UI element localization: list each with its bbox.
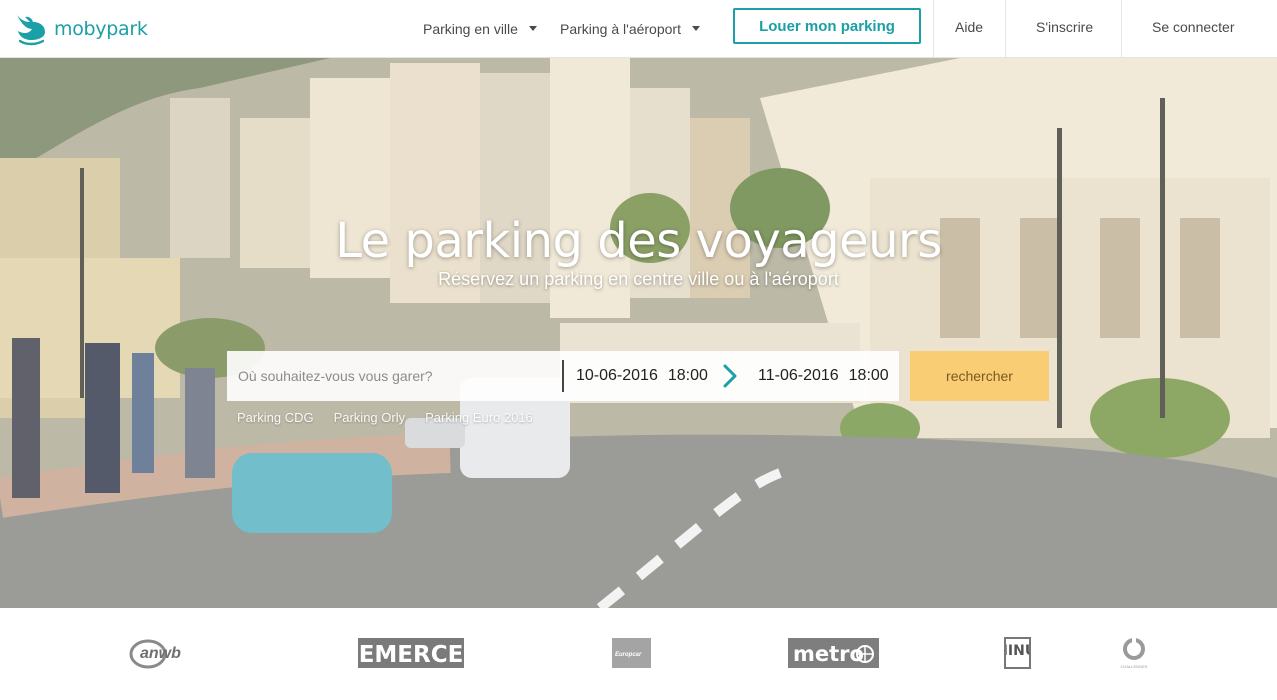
start-time: 18:00 <box>667 367 708 384</box>
quick-links: Parking CDG Parking Orly Parking Euro 20… <box>237 410 533 426</box>
logo[interactable]: mobypark <box>14 11 148 47</box>
hero-section: Le parking des voyageurs Réservez un par… <box>0 58 1277 608</box>
partner-20minutes-text: 20 MINUTES <box>1006 643 1029 659</box>
top-navbar: mobypark Parking en ville Parking à l'aé… <box>0 0 1277 58</box>
partner-logo-20minutes[interactable]: 20 MINUTES <box>1004 637 1031 669</box>
end-datetime-field[interactable]: 11-06-2016 18:00 <box>758 351 889 401</box>
quick-link-euro2016[interactable]: Parking Euro 2016 <box>425 410 533 426</box>
nav-divider <box>1121 0 1122 58</box>
start-datetime-field[interactable]: 10-06-2016 18:00 <box>576 351 708 401</box>
partner-logo-emerce[interactable]: EMERCE <box>358 638 464 668</box>
logo-text: mobypark <box>54 18 148 40</box>
partner-anwb-text: anwb <box>140 645 181 662</box>
connecter-link[interactable]: Se connecter <box>1152 19 1235 37</box>
rechercher-button[interactable]: rechercher <box>910 351 1049 401</box>
hero-subtitle: Réservez un parking en centre ville ou à… <box>438 269 839 289</box>
hero-background-image <box>0 58 1277 608</box>
partners-strip: anwb EMERCE Europcar metro 20 MINUTES CH… <box>0 608 1277 700</box>
start-date: 10-06-2016 <box>576 367 658 384</box>
caret-down-icon <box>528 25 537 31</box>
quick-link-orly[interactable]: Parking Orly <box>334 410 406 426</box>
nav-parking-ville-label: Parking en ville <box>423 21 518 37</box>
louer-mon-parking-button[interactable]: Louer mon parking <box>733 8 921 44</box>
nav-parking-aeroport[interactable]: Parking à l'aéroport <box>560 20 700 38</box>
chevron-right-icon <box>717 363 741 389</box>
partner-logo-challenges[interactable]: CHALLENGES <box>1108 636 1160 672</box>
end-date: 11-06-2016 <box>758 367 839 384</box>
partner-logo-metro[interactable]: metro <box>788 638 879 668</box>
whale-logo-icon <box>14 11 48 47</box>
partner-logo-anwb[interactable]: anwb <box>128 636 192 670</box>
partner-emerce-text: EMERCE <box>359 642 464 668</box>
location-search-input[interactable] <box>227 351 562 401</box>
partner-metro-text: metro <box>793 642 864 666</box>
partner-europcar-text: Europcar <box>615 652 642 658</box>
search-divider <box>562 360 564 392</box>
end-time: 18:00 <box>848 367 889 384</box>
nav-divider <box>1005 0 1006 58</box>
nav-divider <box>933 0 934 58</box>
aide-link[interactable]: Aide <box>955 19 983 37</box>
search-form: 10-06-2016 18:00 11-06-2016 18:00 <box>227 351 899 401</box>
partner-challenges-text: CHALLENGES <box>1121 664 1148 669</box>
quick-link-cdg[interactable]: Parking CDG <box>237 410 314 426</box>
nav-parking-aeroport-label: Parking à l'aéroport <box>560 21 681 37</box>
hero-title: Le parking des voyageurs <box>335 213 942 269</box>
partner-logo-europcar[interactable]: Europcar <box>612 638 651 668</box>
nav-parking-ville[interactable]: Parking en ville <box>423 20 537 38</box>
inscrire-link[interactable]: S'inscrire <box>1036 19 1093 37</box>
caret-down-icon <box>691 25 700 31</box>
